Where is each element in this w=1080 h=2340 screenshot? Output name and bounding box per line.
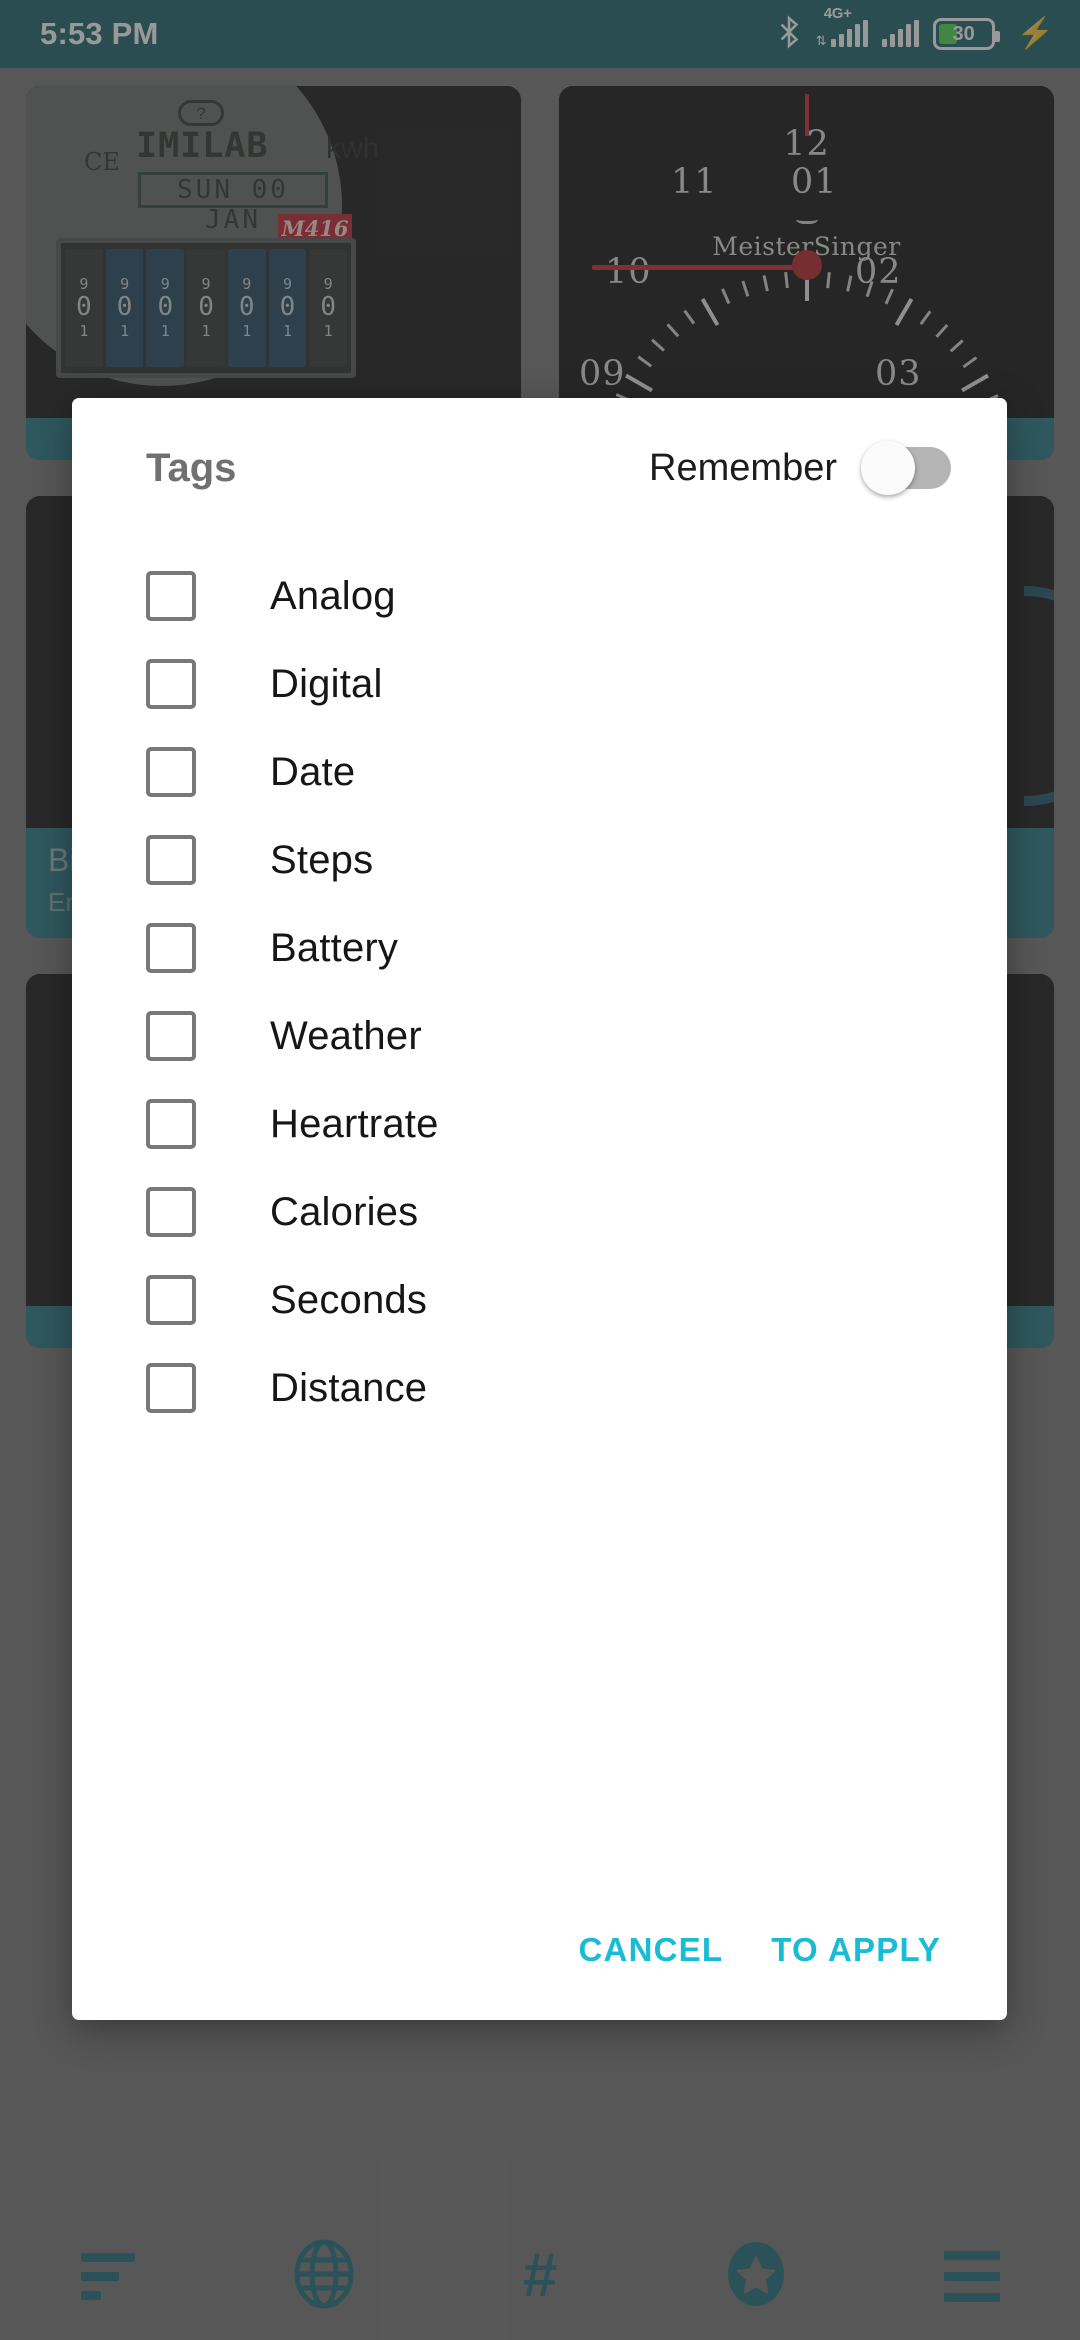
tag-label: Digital [270,661,383,706]
tag-checkbox[interactable] [146,571,196,621]
tag-checkbox[interactable] [146,1011,196,1061]
tag-checkbox[interactable] [146,835,196,885]
dialog-title: Tags [146,445,237,490]
tag-label: Steps [270,837,374,882]
tag-label: Distance [270,1365,428,1410]
dialog-actions: CANCEL TO APPLY [72,1890,1007,2020]
tag-label: Heartrate [270,1101,439,1146]
dialog-header: Tags Remember [72,398,1007,538]
tags-dialog[interactable]: Tags Remember Analog Digital Date Steps Batt… [72,398,1007,2020]
tag-label: Analog [270,573,396,618]
tag-label: Weather [270,1013,422,1058]
tag-row[interactable]: Date [72,728,1007,816]
tag-row[interactable]: Weather [72,992,1007,1080]
tag-checkbox[interactable] [146,923,196,973]
tag-row[interactable]: Distance [72,1344,1007,1432]
tag-label: Seconds [270,1277,428,1322]
tag-row[interactable]: Calories [72,1168,1007,1256]
cancel-button[interactable]: CANCEL [579,1931,724,1969]
tag-label: Battery [270,925,399,970]
tag-row[interactable]: Analog [72,552,1007,640]
tag-checkbox[interactable] [146,659,196,709]
tag-label: Date [270,749,356,794]
tag-row[interactable]: Heartrate [72,1080,1007,1168]
tag-row[interactable]: Battery [72,904,1007,992]
tag-checkbox[interactable] [146,1275,196,1325]
remember-toggle[interactable] [861,441,951,495]
tag-label: Calories [270,1189,419,1234]
tag-checkbox[interactable] [146,747,196,797]
tag-row[interactable]: Digital [72,640,1007,728]
tag-checkbox[interactable] [146,1187,196,1237]
remember-label: Remember [649,446,837,489]
apply-button[interactable]: TO APPLY [771,1931,941,1969]
tag-checkbox[interactable] [146,1099,196,1149]
tag-row[interactable]: Seconds [72,1256,1007,1344]
tags-list[interactable]: Analog Digital Date Steps Battery Weather Hear… [72,538,1007,1890]
tag-row[interactable]: Steps [72,816,1007,904]
toggle-thumb [861,441,915,495]
remember-control[interactable]: Remember [649,441,951,495]
tag-checkbox[interactable] [146,1363,196,1413]
